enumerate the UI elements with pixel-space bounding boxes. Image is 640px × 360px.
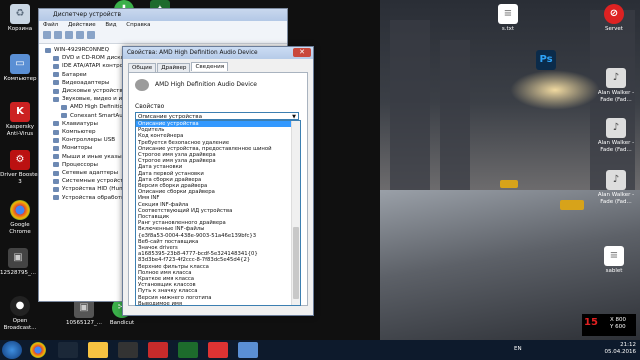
kaspersky-icon: K bbox=[10, 102, 30, 122]
dialog-tabs: Общие Драйвер Сведения bbox=[128, 62, 229, 72]
speaker-icon bbox=[61, 113, 67, 119]
system-icon bbox=[53, 178, 59, 184]
close-button[interactable]: ✕ bbox=[293, 48, 311, 57]
display-adapter-icon bbox=[53, 80, 59, 86]
menu-action[interactable]: Действие bbox=[68, 22, 96, 28]
chrome-icon[interactable] bbox=[30, 342, 46, 358]
media-file-icon: ♪ bbox=[606, 118, 626, 138]
recycle-bin-icon: ♻ bbox=[10, 4, 30, 24]
media-file-icon: ♪ bbox=[606, 170, 626, 190]
usb-icon bbox=[53, 137, 59, 143]
mouse-icon bbox=[53, 154, 59, 160]
desktop-icon-media-3[interactable]: ♪ Alan Walker - Fade (Fad... bbox=[596, 170, 636, 205]
text-file-icon: ≡ bbox=[604, 246, 624, 266]
scan-icon[interactable] bbox=[87, 31, 95, 39]
imaging-icon bbox=[53, 195, 59, 201]
capture-overlay: 15 X 800 Y 600 bbox=[582, 314, 636, 336]
details-panel: AMD High Definition Audio Device Свойств… bbox=[128, 72, 308, 306]
desktop-icon-servet[interactable]: ⊘ Servet bbox=[594, 4, 634, 33]
device-manager-icon[interactable] bbox=[238, 342, 258, 358]
computer-icon bbox=[53, 129, 59, 135]
desktop-icon-computer[interactable]: ▭ Компьютер bbox=[0, 54, 40, 83]
explorer-icon[interactable] bbox=[88, 342, 108, 358]
file-icon: ▣ bbox=[8, 248, 28, 268]
stop-icon: ⊘ bbox=[604, 4, 624, 24]
dialog-title-bar[interactable]: Свойства: AMD High Definition Audio Devi… bbox=[123, 47, 313, 59]
property-select[interactable]: Описание устройства ▼ bbox=[135, 112, 299, 120]
close-icon: ✕ bbox=[299, 48, 305, 56]
computer-icon: ▭ bbox=[10, 54, 30, 74]
device-manager-toolbar bbox=[39, 30, 287, 44]
kaspersky-icon[interactable] bbox=[208, 342, 228, 358]
overlay-y: Y 600 bbox=[610, 324, 626, 330]
desktop-icon-chrome[interactable]: Google Chrome bbox=[0, 200, 40, 235]
desktop-icon-driver-booster[interactable]: ⚙ Driver Booster 3 bbox=[0, 150, 40, 185]
menu-file[interactable]: Файл bbox=[43, 22, 58, 28]
obs-icon: ● bbox=[10, 296, 30, 316]
network-icon bbox=[53, 170, 59, 176]
dropdown-scrollbar[interactable] bbox=[291, 121, 300, 305]
property-options: Описание устройства Родитель Код контейнер… bbox=[136, 121, 292, 305]
property-option[interactable]: Выводимое имя bbox=[136, 301, 292, 305]
overlay-value: 15 bbox=[584, 317, 598, 328]
desktop-icon-sablet[interactable]: ≡ sablet bbox=[594, 246, 634, 275]
app-icon[interactable] bbox=[118, 342, 138, 358]
text-file-icon: ≡ bbox=[498, 4, 518, 24]
monitor-icon bbox=[53, 146, 59, 152]
properties-icon[interactable] bbox=[65, 31, 73, 39]
tab-general[interactable]: Общие bbox=[128, 63, 157, 72]
property-dropdown-list[interactable]: Описание устройства Родитель Код контейнер… bbox=[135, 120, 301, 306]
computer-icon bbox=[45, 47, 51, 53]
desktop-icon-recycle-bin[interactable]: ♻ Корзина bbox=[0, 4, 40, 33]
disk-icon bbox=[53, 88, 59, 94]
cpu-icon bbox=[53, 162, 59, 168]
desktop-icon-photoshop[interactable]: Ps bbox=[526, 50, 566, 72]
device-manager-menu: Файл Действие Вид Справка bbox=[39, 21, 287, 30]
device-manager-title: Диспетчер устройств bbox=[39, 9, 287, 21]
desktop-icon-file-12528795[interactable]: ▣ 12528795_... bbox=[0, 248, 38, 277]
clock-date: 05.04.2016 bbox=[604, 349, 637, 355]
dvd-icon bbox=[53, 55, 59, 61]
menu-view[interactable]: Вид bbox=[105, 22, 116, 28]
clock[interactable]: 21:12 05.04.2016 bbox=[605, 342, 637, 356]
keyboard-icon bbox=[53, 121, 59, 127]
desktop-icon-kaspersky[interactable]: K Kaspersky Anti-Virus bbox=[0, 102, 40, 137]
forward-icon[interactable] bbox=[54, 31, 62, 39]
speaker-icon bbox=[61, 105, 67, 111]
ide-icon bbox=[53, 64, 59, 69]
overlay-x: X 800 bbox=[610, 317, 627, 323]
menu-help[interactable]: Справка bbox=[126, 22, 150, 28]
app-icon[interactable] bbox=[178, 342, 198, 358]
desktop-icon-obs[interactable]: ● Open Broadcast... bbox=[0, 296, 40, 331]
desktop-icon-media-2[interactable]: ♪ Alan Walker - Fade (Fad... bbox=[596, 118, 636, 153]
property-label: Свойство bbox=[135, 103, 165, 110]
desktop-icon-file-10565127[interactable]: ▣ 10565127_... bbox=[64, 298, 104, 327]
scrollbar-thumb[interactable] bbox=[293, 227, 299, 299]
desktop-icon-s-txt[interactable]: ≡ s.txt bbox=[488, 4, 528, 33]
clock-time: 21:12 bbox=[620, 342, 636, 348]
device-name: AMD High Definition Audio Device bbox=[155, 81, 257, 88]
back-icon[interactable] bbox=[43, 31, 51, 39]
help-icon[interactable] bbox=[76, 31, 84, 39]
language-indicator[interactable]: EN bbox=[514, 346, 522, 352]
properties-dialog: Свойства: AMD High Definition Audio Devi… bbox=[122, 46, 314, 316]
sound-icon bbox=[53, 96, 59, 102]
battery-icon bbox=[53, 72, 59, 78]
chrome-icon bbox=[10, 200, 30, 220]
start-button[interactable] bbox=[2, 341, 22, 359]
desktop-icon-media-1[interactable]: ♪ Alan Walker - Fade (Fad... bbox=[596, 68, 636, 103]
driver-booster-icon: ⚙ bbox=[10, 150, 30, 170]
steam-icon[interactable] bbox=[58, 342, 78, 358]
dialog-title: Свойства: AMD High Definition Audio Devi… bbox=[127, 50, 258, 56]
speaker-icon bbox=[135, 79, 149, 91]
media-icon[interactable] bbox=[148, 342, 168, 358]
taskbar: EN 21:12 05.04.2016 bbox=[0, 340, 640, 360]
media-file-icon: ♪ bbox=[606, 68, 626, 88]
tab-details[interactable]: Сведения bbox=[191, 62, 229, 71]
tab-driver[interactable]: Драйвер bbox=[157, 63, 191, 72]
hid-icon bbox=[53, 187, 59, 193]
photoshop-icon: Ps bbox=[536, 50, 556, 70]
